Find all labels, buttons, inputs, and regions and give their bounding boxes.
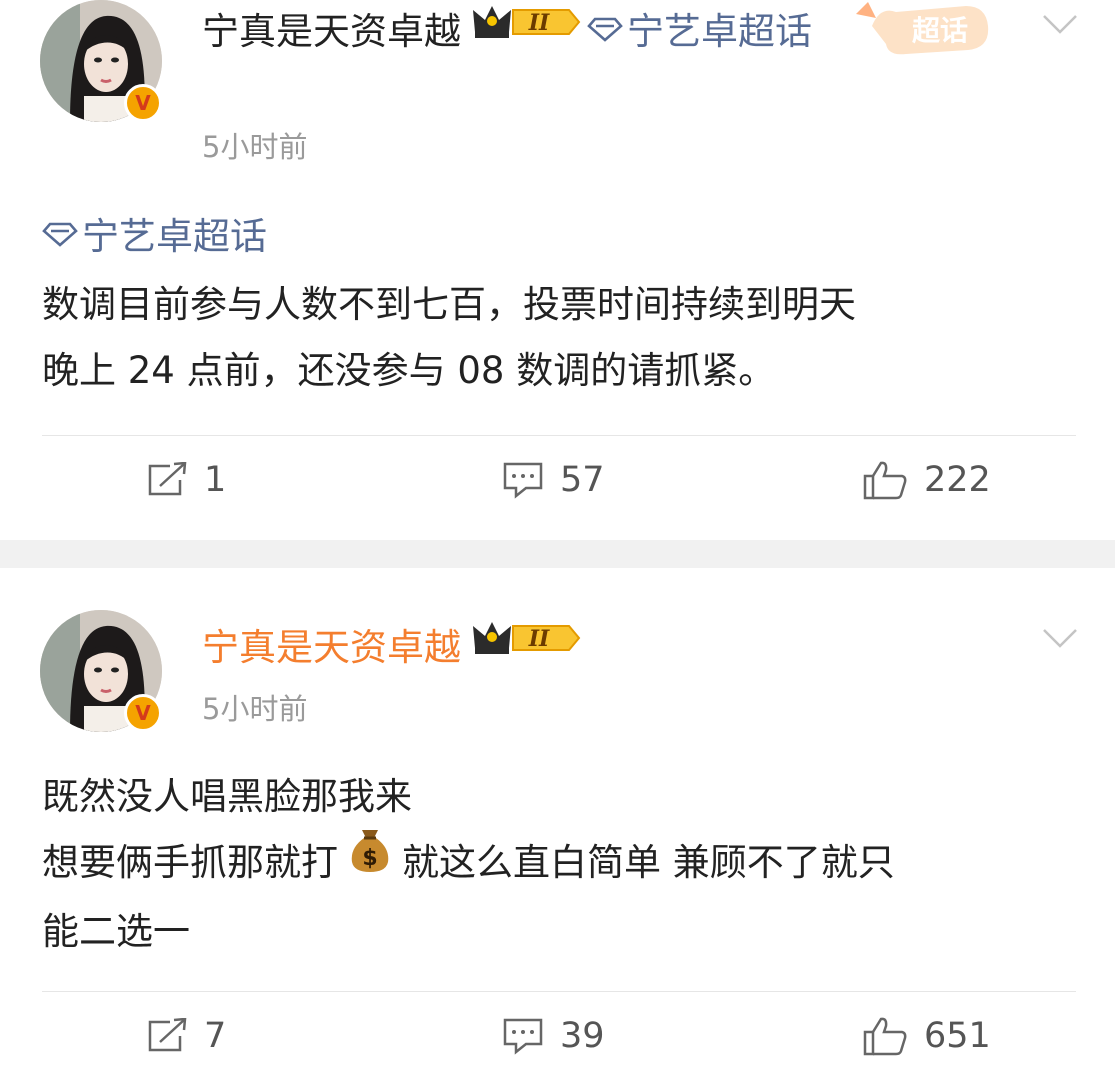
level-badge-text: II	[528, 626, 550, 652]
comment-count: 39	[560, 1016, 605, 1056]
repost-icon	[148, 462, 187, 496]
repost-count: 7	[204, 1016, 227, 1056]
comment-button[interactable]: 57	[502, 460, 605, 500]
author-name[interactable]: 宁真是天资卓越	[202, 10, 461, 53]
content-line: 既然没人唱黑脸那我来	[42, 775, 412, 818]
svg-text:$: $	[362, 846, 377, 871]
repost-button[interactable]: 1	[146, 460, 226, 500]
supertopic-badge-label: 超话	[912, 14, 968, 47]
repost-button[interactable]: 7	[146, 1016, 226, 1056]
comment-count: 57	[560, 460, 605, 500]
chevron-down-icon[interactable]	[1042, 14, 1078, 40]
post-separator	[0, 540, 1115, 568]
post-content: 宁艺卓超话 数调目前参与人数不到七百，投票时间持续到明天 晚上 24 点前，还没…	[42, 204, 1082, 404]
content-line: 能二选一	[42, 910, 190, 953]
verified-badge-icon: V	[124, 694, 162, 732]
weibo-post: V 宁真是天资卓越 II 5小时前 既然没人唱黑脸那我来 想要俩手抓那就打 $ …	[0, 568, 1115, 1080]
supertopic-diamond-icon	[42, 202, 78, 268]
content-line: 数调目前参与人数不到七百，投票时间持续到明天	[42, 282, 856, 326]
like-count: 651	[924, 1016, 991, 1056]
content-line: 晚上 24 点前，还没参与 08 数调的请抓紧。	[42, 348, 776, 392]
chevron-down-icon[interactable]	[1042, 628, 1078, 654]
thumbs-up-icon	[863, 1017, 907, 1056]
thumbs-up-icon	[863, 461, 907, 500]
member-level-badge-icon: II	[471, 0, 581, 62]
member-level-badge-icon: II	[471, 614, 581, 678]
divider	[42, 435, 1076, 436]
avatar[interactable]: V	[40, 0, 162, 122]
verified-badge-icon: V	[124, 84, 162, 122]
like-button[interactable]: 651	[862, 1016, 991, 1056]
author-supertopic-link[interactable]: 宁艺卓超话	[627, 10, 812, 53]
avatar[interactable]: V	[40, 610, 162, 732]
comment-icon	[503, 462, 543, 499]
supertopic-badge[interactable]: 超话	[846, 0, 996, 70]
like-button[interactable]: 222	[862, 460, 991, 500]
weibo-post: V 宁真是天资卓越 II 宁艺卓超话 5小时前 超话 宁艺卓超话 数调目前参与人…	[0, 0, 1115, 540]
post-content: 既然没人唱黑脸那我来 想要俩手抓那就打 $ 就这么直白简单 兼顾不了就只 能二选…	[42, 764, 1082, 965]
topic-tag-line[interactable]: 宁艺卓超话	[42, 204, 1082, 272]
content-text: 就这么直白简单 兼顾不了就只	[402, 841, 895, 884]
comment-button[interactable]: 39	[502, 1016, 605, 1056]
divider	[42, 991, 1076, 992]
like-count: 222	[924, 460, 991, 500]
supertopic-diamond-icon	[587, 0, 623, 62]
author-name[interactable]: 宁真是天资卓越	[202, 626, 461, 669]
post-time: 5小时前	[202, 692, 308, 726]
level-badge-text: II	[528, 10, 550, 36]
content-line: 想要俩手抓那就打 $ 就这么直白简单 兼顾不了就只	[42, 830, 1082, 899]
comment-icon	[503, 1018, 543, 1055]
content-text: 想要俩手抓那就打	[42, 841, 338, 884]
post-time: 5小时前	[202, 130, 308, 164]
author-line: 宁真是天资卓越 II	[202, 616, 962, 682]
repost-icon	[148, 1018, 187, 1052]
money-bag-icon: $	[348, 826, 392, 895]
repost-count: 1	[204, 460, 227, 500]
topic-tag[interactable]: 宁艺卓超话	[82, 215, 267, 258]
